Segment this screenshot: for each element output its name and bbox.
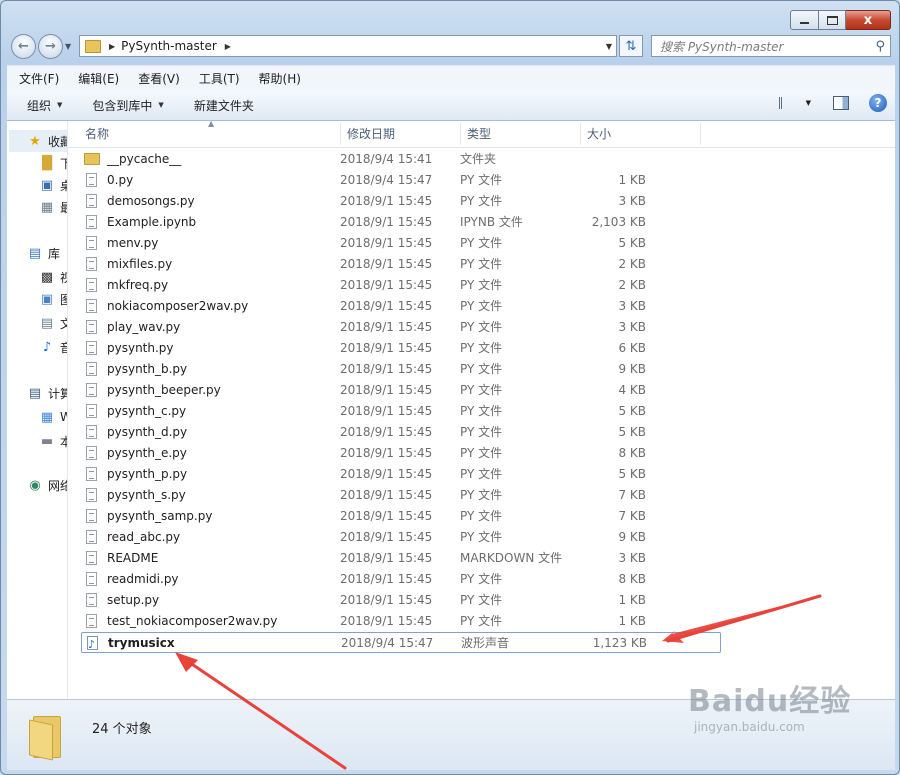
watermark: Baidu经验 jingyan.baidu.com: [688, 676, 851, 734]
watermark-brand: Baidu经验: [688, 684, 852, 719]
watermark-url: jingyan.baidu.com: [694, 720, 805, 734]
annotation-arrows: [175, 594, 822, 770]
annotation-arrow-bottom: [175, 652, 347, 770]
annotation-arrow-right: [662, 594, 822, 643]
